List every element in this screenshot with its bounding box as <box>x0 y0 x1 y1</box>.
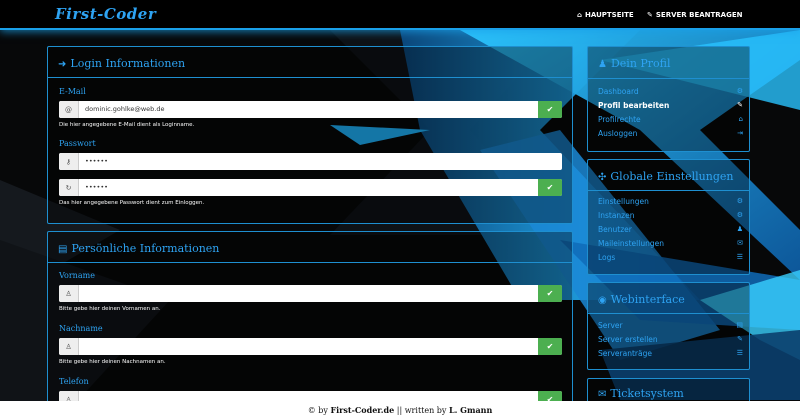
gears-icon: ⚙ <box>736 197 743 205</box>
user-icon: ♙ <box>59 338 79 355</box>
divider <box>588 313 749 314</box>
divider <box>588 190 749 191</box>
global-settings-title: ✣ Globale Einstellungen <box>598 170 734 183</box>
footer-author: L. Gmann <box>448 405 493 415</box>
profile-menu-title: ♟ Dein Profil <box>598 57 671 70</box>
list-icon: ☰ <box>736 253 743 261</box>
menu-item-server[interactable]: Server ▤ <box>598 321 743 330</box>
firstname-value[interactable] <box>79 285 538 302</box>
menu-item-edit-profile[interactable]: Profil bearbeiten ✎ <box>598 101 743 110</box>
menu-item-dashboard[interactable]: Dashboard ⚙ <box>598 87 743 96</box>
edit-icon: ✎ <box>737 101 743 109</box>
password-hint: Das hier angegebene Passwort dient zum E… <box>59 200 205 206</box>
menu-item-profile-rights[interactable]: Profilrechte ⌂ <box>598 115 743 124</box>
menu-item-create-server[interactable]: Server erstellen ✎ <box>598 335 743 344</box>
check-icon: ✔ <box>538 338 562 355</box>
personal-panel-title: ▤ Persönliche Informationen <box>58 242 220 255</box>
webinterface-title: ◉ Webinterface <box>598 293 685 306</box>
key-icon: ⚷ <box>59 153 79 170</box>
personal-info-panel: ▤ Persönliche Informationen Vorname ♙ ✔ B… <box>47 231 573 408</box>
envelope-icon: ✉ <box>737 239 743 247</box>
dashboard-icon: ⚙ <box>736 87 743 95</box>
home-icon: ⌂ <box>577 11 583 19</box>
firstname-hint: Bitte gebe hier deinen Vornamen an. <box>59 306 161 312</box>
top-navbar: First-Coder ⌂ HAUPTSEITE ✎ SERVER BEANTRAG… <box>0 0 800 30</box>
email-hint: Die hier angegebene E-Mail dient als Log… <box>59 122 195 128</box>
password-repeat-value[interactable]: •••••• <box>79 179 538 196</box>
email-value[interactable]: dominic.gohlke@web.de <box>79 101 538 118</box>
divider <box>48 77 572 78</box>
nav-home-link[interactable]: ⌂ HAUPTSEITE <box>577 11 634 19</box>
edit-icon: ✎ <box>647 11 653 19</box>
server-icon: ▤ <box>736 321 743 329</box>
lastname-label: Nachname <box>59 324 103 333</box>
sign-in-icon: ➜ <box>58 59 67 70</box>
brand-logo[interactable]: First-Coder <box>55 5 156 23</box>
divider <box>48 262 572 263</box>
at-icon: @ <box>59 101 79 118</box>
password-field[interactable]: ⚷ •••••• <box>59 153 562 170</box>
profile-menu-panel: ♟ Dein Profil Dashboard ⚙ Profil bearbeite… <box>587 46 750 152</box>
refresh-icon: ↻ <box>59 179 79 196</box>
menu-item-instances[interactable]: Instanzen ⚙ <box>598 211 743 220</box>
check-icon: ✔ <box>538 285 562 302</box>
footer-site-link[interactable]: First-Coder.de <box>330 405 394 415</box>
menu-item-logout[interactable]: Ausloggen ⇥ <box>598 129 743 138</box>
menu-item-settings[interactable]: Einstellungen ⚙ <box>598 197 743 206</box>
id-card-icon: ▤ <box>58 244 68 255</box>
password-label: Passwort <box>59 139 96 148</box>
bank-icon: ⌂ <box>738 115 743 123</box>
logout-icon: ⇥ <box>737 129 743 137</box>
email-field[interactable]: @ dominic.gohlke@web.de ✔ <box>59 101 562 118</box>
menu-item-users[interactable]: Benutzer ♟ <box>598 225 743 234</box>
divider <box>588 78 749 79</box>
menu-item-mail-settings[interactable]: Maileinstellungen ✉ <box>598 239 743 248</box>
user-icon: ♙ <box>59 285 79 302</box>
user-icon: ♟ <box>598 59 607 70</box>
lastname-hint: Bitte gebe hier deinen Nachnamen an. <box>59 359 166 365</box>
brush-icon: ✎ <box>737 335 743 343</box>
footer: © by First-Coder.de || written by L. Gma… <box>0 401 800 420</box>
firstname-field[interactable]: ♙ ✔ <box>59 285 562 302</box>
menu-item-server-requests[interactable]: Serveranträge ☰ <box>598 349 743 358</box>
list-icon: ☰ <box>736 349 743 357</box>
login-info-panel: ➜ Login Informationen E-Mail @ dominic.go… <box>47 46 573 224</box>
teamspeak-icon: ◉ <box>598 295 607 306</box>
firstname-label: Vorname <box>59 271 95 280</box>
server-icon: ⚙ <box>736 211 743 219</box>
password-value[interactable]: •••••• <box>79 153 562 170</box>
lastname-field[interactable]: ♙ ✔ <box>59 338 562 355</box>
users-icon: ♟ <box>736 225 743 233</box>
webinterface-panel: ◉ Webinterface Server ▤ Server erstellen ✎ … <box>587 282 750 370</box>
login-panel-title: ➜ Login Informationen <box>58 57 186 70</box>
menu-item-logs[interactable]: Logs ☰ <box>598 253 743 262</box>
nav-request-server-link[interactable]: ✎ SERVER BEANTRAGEN <box>647 11 742 19</box>
password-repeat-field[interactable]: ↻ •••••• ✔ <box>59 179 562 196</box>
email-label: E-Mail <box>59 87 86 96</box>
phone-label: Telefon <box>59 377 89 386</box>
check-icon: ✔ <box>538 179 562 196</box>
ticket-icon: ✉ <box>598 389 607 400</box>
ticketsystem-title: ✉ Ticketsystem <box>598 387 684 400</box>
check-icon: ✔ <box>538 101 562 118</box>
wrench-icon: ✣ <box>598 172 607 183</box>
global-settings-panel: ✣ Globale Einstellungen Einstellungen ⚙ In… <box>587 159 750 275</box>
lastname-value[interactable] <box>79 338 538 355</box>
